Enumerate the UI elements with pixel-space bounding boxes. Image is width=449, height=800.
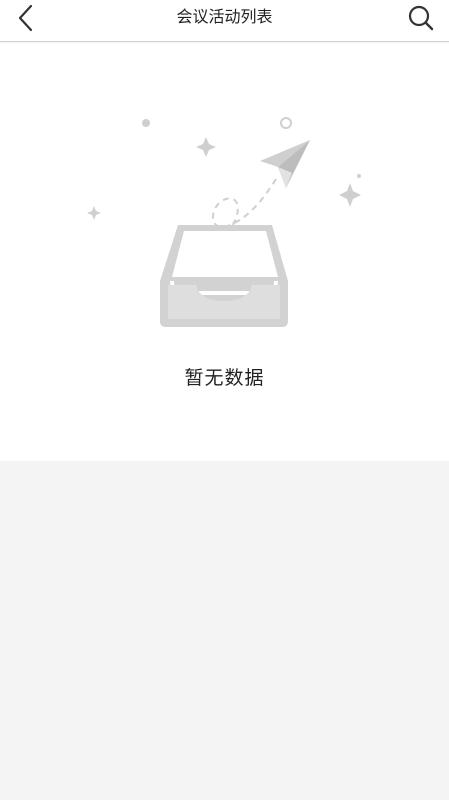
sparkle-icon: [196, 137, 216, 157]
sparkle-icon: [87, 206, 101, 220]
app-root: 会议活动列表 暂无数据: [0, 0, 449, 800]
search-icon: [408, 5, 434, 31]
decor-dot-icon: [357, 174, 361, 178]
page-title: 会议活动列表: [176, 7, 273, 26]
decor-dot-icon: [142, 119, 150, 127]
empty-inbox-illustration: [87, 117, 361, 327]
paper-plane-icon: [260, 140, 310, 188]
sparkle-icon: [339, 183, 361, 207]
empty-state-message: 暂无数据: [184, 367, 265, 389]
top-navbar: 会议活动列表: [0, 0, 449, 42]
search-button[interactable]: [403, 0, 439, 36]
decor-ring-icon: [280, 117, 292, 129]
empty-state-panel: 暂无数据: [0, 43, 449, 461]
inbox-tray-icon: [160, 225, 288, 327]
